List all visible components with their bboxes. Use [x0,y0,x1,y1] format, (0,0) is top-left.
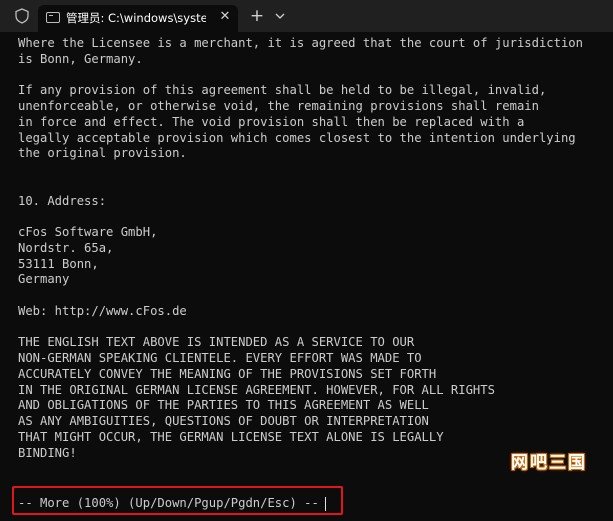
more-prompt: -- More (100%) (Up/Down/Pgup/Pgdn/Esc) -… [18,496,319,510]
terminal-tab-icon [46,12,60,23]
terminal-output[interactable]: Where the Licensee is a merchant, it is … [0,32,613,521]
tab-title: 管理员: C:\windows\system32\ [66,11,206,25]
license-text: Where the Licensee is a merchant, it is … [18,36,583,460]
shield-icon [15,8,29,24]
title-bar: 管理员: C:\windows\system32\ ✕ + [0,0,613,32]
plus-icon[interactable]: + [248,7,266,25]
terminal-tab[interactable]: 管理员: C:\windows\system32\ ✕ [38,5,238,32]
close-icon[interactable]: ✕ [217,9,233,25]
watermark-logo: 网吧三国 [511,453,587,473]
chevron-down-icon[interactable] [272,8,288,24]
text-cursor [325,497,326,511]
